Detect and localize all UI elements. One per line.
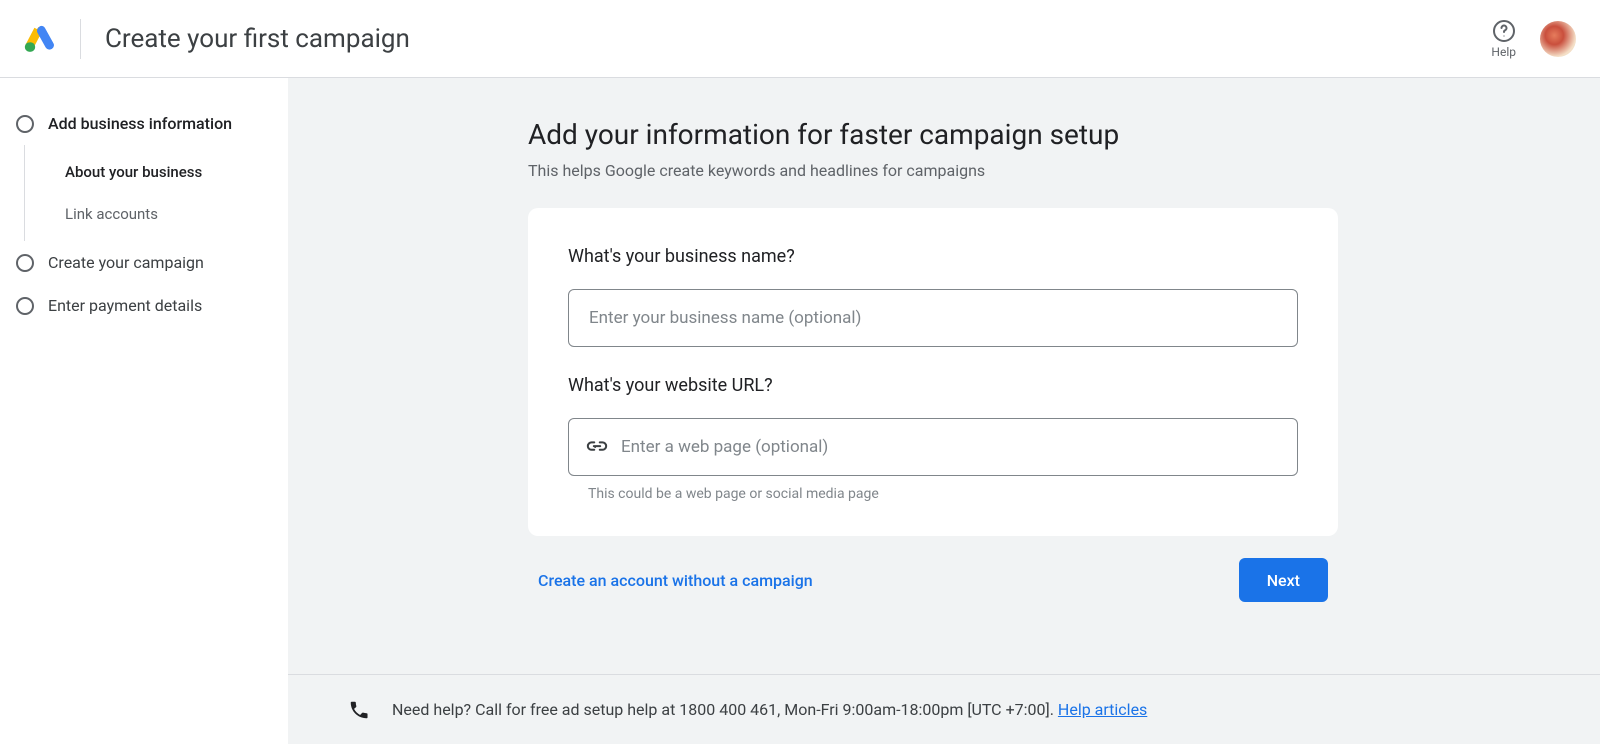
website-url-helper: This could be a web page or social media… [568,486,1298,502]
sidebar-step-create-campaign[interactable]: Create your campaign [16,241,288,284]
business-name-label: What's your business name? [568,246,1298,267]
main: Add your information for faster campaign… [288,78,1600,744]
step-circle-icon [16,115,34,133]
help-button[interactable]: Help [1491,19,1516,59]
page-title: Create your first campaign [105,24,1491,54]
form-actions: Create an account without a campaign Nex… [528,558,1338,602]
step-label: Enter payment details [48,296,202,315]
skip-campaign-link[interactable]: Create an account without a campaign [538,571,813,590]
business-name-group: What's your business name? [568,246,1298,347]
step-circle-icon [16,254,34,272]
website-url-label: What's your website URL? [568,375,1298,396]
link-icon [586,436,608,458]
main-heading: Add your information for faster campaign… [528,118,1338,151]
body: Add business information About your busi… [0,78,1600,744]
google-ads-logo-icon [24,23,56,55]
business-name-input[interactable] [568,289,1298,347]
next-button[interactable]: Next [1239,558,1328,602]
website-url-input[interactable] [568,418,1298,476]
logo-container [24,19,81,59]
footer-text: Need help? Call for free ad setup help a… [392,700,1147,719]
sidebar-substeps: About your business Link accounts [24,145,288,241]
website-url-input-wrapper [568,418,1298,476]
help-label: Help [1491,45,1516,59]
help-icon [1492,19,1516,43]
header-actions: Help [1491,19,1576,59]
sidebar-substep-about[interactable]: About your business [65,151,288,193]
main-content: Add your information for faster campaign… [528,118,1338,602]
step-circle-icon [16,297,34,315]
phone-icon [348,699,370,721]
help-footer: Need help? Call for free ad setup help a… [288,674,1600,744]
app-header: Create your first campaign Help [0,0,1600,78]
sidebar-substep-link-accounts[interactable]: Link accounts [65,193,288,235]
step-label: Create your campaign [48,253,204,272]
step-label: Add business information [48,114,232,133]
sidebar: Add business information About your busi… [0,78,288,744]
help-articles-link[interactable]: Help articles [1058,700,1147,719]
footer-text-prefix: Need help? Call for free ad setup help a… [392,700,1058,719]
main-subheading: This helps Google create keywords and he… [528,161,1338,180]
form-card: What's your business name? What's your w… [528,208,1338,536]
sidebar-step-business-info[interactable]: Add business information [16,102,288,145]
website-url-group: What's your website URL? This could be a… [568,375,1298,502]
sidebar-step-payment[interactable]: Enter payment details [16,284,288,327]
avatar[interactable] [1540,21,1576,57]
